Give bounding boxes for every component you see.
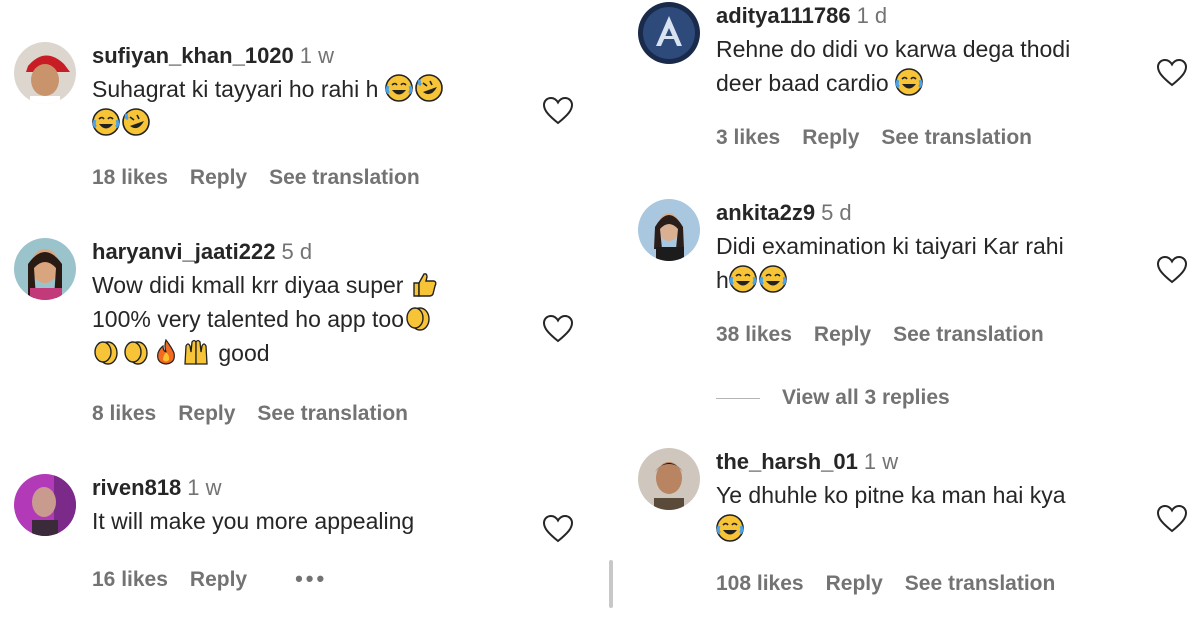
comment-body: the_harsh_01 1 w Ye dhuhle ko pitne ka ma… bbox=[716, 448, 1156, 546]
comment-text: Rehne do didi vo karwa dega thodi deer b… bbox=[716, 32, 1156, 100]
avatar[interactable] bbox=[14, 42, 76, 104]
see-translation-button[interactable]: See translation bbox=[257, 402, 408, 426]
likes-count[interactable]: 3 likes bbox=[716, 126, 780, 150]
comment-actions: 3 likes Reply See translation bbox=[716, 126, 1054, 150]
comment-actions: 108 likes Reply See translation bbox=[716, 572, 1077, 596]
comment-actions: 16 likes Reply ••• bbox=[92, 566, 349, 592]
comment-body: haryanvi_jaati222 5 d Wow didi kmall krr … bbox=[92, 238, 532, 370]
face-with-tears-of-joy-emoji bbox=[895, 68, 923, 96]
username[interactable]: the_harsh_01 bbox=[716, 449, 858, 474]
heart-outline-icon[interactable] bbox=[1156, 255, 1188, 285]
timestamp[interactable]: 5 d bbox=[281, 239, 312, 264]
comment-body: ankita2z9 5 d Didi examination ki taiyari… bbox=[716, 199, 1156, 297]
clapping-hands-emoji bbox=[404, 304, 432, 332]
avatar[interactable] bbox=[638, 199, 700, 261]
clapping-hands-emoji bbox=[92, 338, 120, 366]
panel-divider bbox=[606, 0, 616, 628]
raising-hands-emoji bbox=[182, 338, 210, 366]
username[interactable]: aditya111786 bbox=[716, 3, 851, 28]
comment-item: sufiyan_khan_1020 1 w Suhagrat ki tayyari… bbox=[14, 42, 594, 192]
likes-count[interactable]: 108 likes bbox=[716, 572, 804, 596]
rolling-on-floor-laughing-emoji bbox=[414, 74, 443, 102]
likes-count[interactable]: 16 likes bbox=[92, 568, 168, 592]
rolling-on-floor-laughing-emoji bbox=[122, 108, 150, 136]
comment-item: the_harsh_01 1 w Ye dhuhle ko pitne ka ma… bbox=[638, 448, 1198, 618]
comment-body: sufiyan_khan_1020 1 w Suhagrat ki tayyari… bbox=[92, 42, 532, 140]
see-translation-button[interactable]: See translation bbox=[905, 572, 1056, 596]
scrollbar-thumb[interactable] bbox=[609, 560, 613, 608]
comment-text-line: Didi examination ki taiyari Kar rahi bbox=[716, 233, 1064, 259]
comment-text-line: h bbox=[716, 267, 729, 293]
username[interactable]: ankita2z9 bbox=[716, 200, 815, 225]
reply-button[interactable]: Reply bbox=[178, 402, 235, 426]
thumbs-up-emoji bbox=[410, 270, 438, 298]
avatar[interactable] bbox=[638, 448, 700, 510]
comment-text: Suhagrat ki tayyari ho rahi h bbox=[92, 72, 532, 140]
view-replies-button[interactable]: View all 3 replies bbox=[716, 386, 950, 410]
face-with-tears-of-joy-emoji bbox=[716, 514, 744, 542]
comment-actions: 18 likes Reply See translation bbox=[92, 166, 442, 190]
username[interactable]: riven818 bbox=[92, 475, 181, 500]
comment-item: aditya111786 1 d Rehne do didi vo karwa d… bbox=[638, 2, 1198, 162]
comment-text: It will make you more appealing bbox=[92, 504, 532, 538]
see-translation-button[interactable]: See translation bbox=[881, 126, 1032, 150]
comment-text: Wow didi kmall krr diyaa super 100% very… bbox=[92, 268, 532, 370]
reply-button[interactable]: Reply bbox=[190, 568, 247, 592]
face-with-tears-of-joy-emoji bbox=[728, 265, 757, 293]
comment-text-line: Rehne do didi vo karwa dega thodi bbox=[716, 36, 1071, 62]
username[interactable]: sufiyan_khan_1020 bbox=[92, 43, 294, 68]
likes-count[interactable]: 8 likes bbox=[92, 402, 156, 426]
comment-item: riven818 1 w It will make you more appeal… bbox=[14, 474, 594, 614]
heart-outline-icon[interactable] bbox=[542, 314, 574, 344]
view-replies-label: View all 3 replies bbox=[782, 386, 950, 409]
reply-button[interactable]: Reply bbox=[826, 572, 883, 596]
comment-body: riven818 1 w It will make you more appeal… bbox=[92, 474, 532, 538]
see-translation-button[interactable]: See translation bbox=[269, 166, 420, 190]
see-translation-button[interactable]: See translation bbox=[893, 323, 1044, 347]
comment-text-line: Wow didi kmall krr diyaa super bbox=[92, 272, 404, 298]
avatar[interactable] bbox=[14, 474, 76, 536]
clapping-hands-emoji bbox=[122, 338, 150, 366]
right-comments-panel: aditya111786 1 d Rehne do didi vo karwa d… bbox=[616, 0, 1200, 628]
avatar[interactable] bbox=[638, 2, 700, 64]
timestamp[interactable]: 5 d bbox=[821, 200, 852, 225]
timestamp[interactable]: 1 w bbox=[300, 43, 334, 68]
comment-actions: 8 likes Reply See translation bbox=[92, 402, 430, 426]
heart-outline-icon[interactable] bbox=[1156, 58, 1188, 88]
comment-text-line: deer baad cardio bbox=[716, 70, 889, 96]
comment-text: Didi examination ki taiyari Kar rahi h bbox=[716, 229, 1156, 297]
likes-count[interactable]: 38 likes bbox=[716, 323, 792, 347]
comment-text-line: It will make you more appealing bbox=[92, 508, 415, 534]
reply-button[interactable]: Reply bbox=[190, 166, 247, 190]
comment-body: aditya111786 1 d Rehne do didi vo karwa d… bbox=[716, 2, 1156, 100]
reply-button[interactable]: Reply bbox=[802, 126, 859, 150]
more-options-icon[interactable]: ••• bbox=[295, 566, 327, 592]
comment-text: Ye dhuhle ko pitne ka man hai kya bbox=[716, 478, 1156, 546]
comment-item: haryanvi_jaati222 5 d Wow didi kmall krr … bbox=[14, 238, 594, 438]
reply-button[interactable]: Reply bbox=[814, 323, 871, 347]
left-comments-panel: sufiyan_khan_1020 1 w Suhagrat ki tayyari… bbox=[0, 0, 606, 628]
comment-actions: 38 likes Reply See translation bbox=[716, 323, 1066, 347]
replies-divider-line bbox=[716, 397, 760, 399]
face-with-tears-of-joy-emoji bbox=[758, 265, 787, 293]
heart-outline-icon[interactable] bbox=[1156, 504, 1188, 534]
likes-count[interactable]: 18 likes bbox=[92, 166, 168, 190]
face-with-tears-of-joy-emoji bbox=[384, 74, 413, 102]
timestamp[interactable]: 1 w bbox=[864, 449, 898, 474]
comment-text-line: Ye dhuhle ko pitne ka man hai kya bbox=[716, 482, 1066, 508]
heart-outline-icon[interactable] bbox=[542, 96, 574, 126]
comment-text-line: 100% very talented ho app too bbox=[92, 306, 405, 332]
avatar[interactable] bbox=[14, 238, 76, 300]
comment-text-line: Suhagrat ki tayyari ho rahi h bbox=[92, 76, 379, 102]
timestamp[interactable]: 1 w bbox=[187, 475, 221, 500]
comment-text-line: good bbox=[218, 340, 270, 366]
face-with-tears-of-joy-emoji bbox=[92, 108, 120, 136]
timestamp[interactable]: 1 d bbox=[857, 3, 888, 28]
fire-emoji bbox=[152, 338, 180, 366]
username[interactable]: haryanvi_jaati222 bbox=[92, 239, 275, 264]
heart-outline-icon[interactable] bbox=[542, 514, 574, 544]
